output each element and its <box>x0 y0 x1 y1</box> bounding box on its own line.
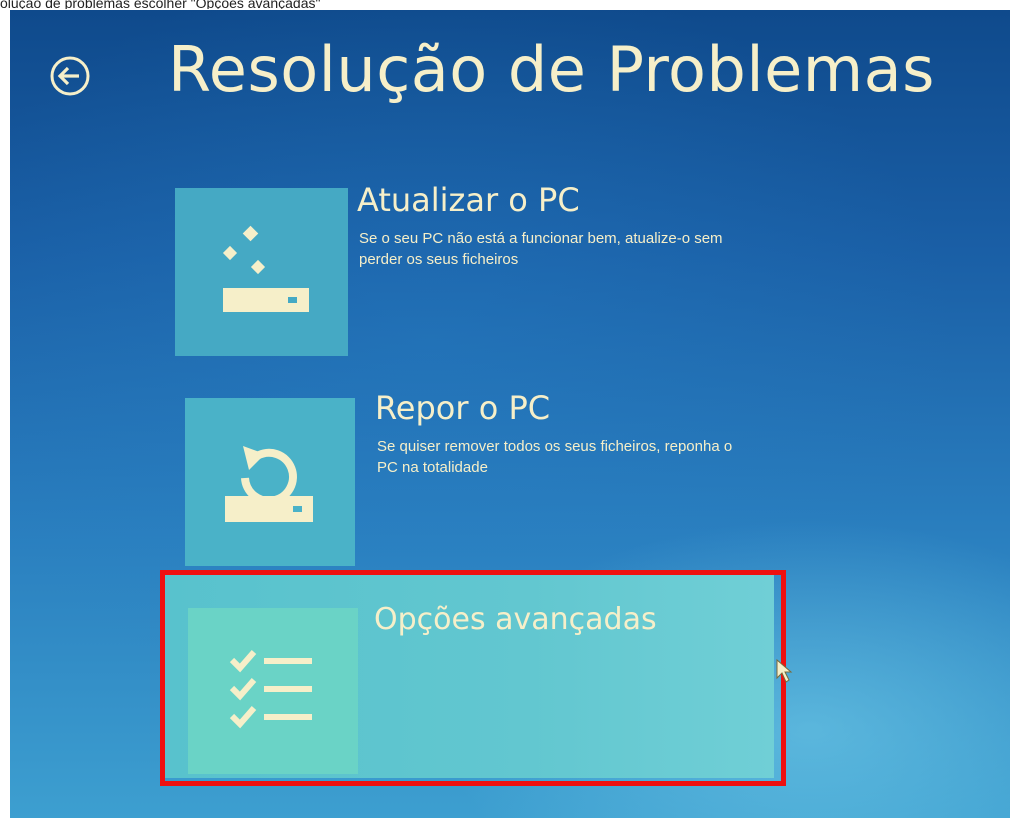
refresh-pc-icon <box>222 225 309 312</box>
reset-pc-description: Se quiser remover todos os seus ficheiro… <box>377 438 733 476</box>
back-arrow-icon <box>50 56 90 96</box>
refresh-pc-option[interactable]: Atualizar o PC Se o seu PC não está a fu… <box>175 180 775 360</box>
troubleshoot-screen: Resolução de Problemas Atualizar o PC Se… <box>10 10 1010 818</box>
advanced-options-title: Opções avançadas <box>374 602 657 637</box>
refresh-pc-title: Atualizar o PC <box>357 181 580 219</box>
reset-pc-tile <box>185 398 355 566</box>
mouse-cursor-icon <box>775 658 793 689</box>
back-button[interactable] <box>48 54 92 98</box>
reset-pc-title: Repor o PC <box>375 389 551 427</box>
refresh-pc-tile <box>175 188 348 356</box>
reset-pc-option[interactable]: Repor o PC Se quiser remover todos os se… <box>185 388 785 568</box>
advanced-options-tile <box>188 608 358 774</box>
refresh-pc-description: Se o seu PC não está a funcionar bem, at… <box>359 230 723 268</box>
reset-pc-icon <box>225 446 313 522</box>
advanced-options-option[interactable]: Opções avançadas <box>162 570 774 778</box>
page-title: Resolução de Problemas <box>168 33 935 106</box>
checklist-icon <box>229 650 312 729</box>
image-caption: olução de problemas escolher "Opções ava… <box>0 0 321 9</box>
